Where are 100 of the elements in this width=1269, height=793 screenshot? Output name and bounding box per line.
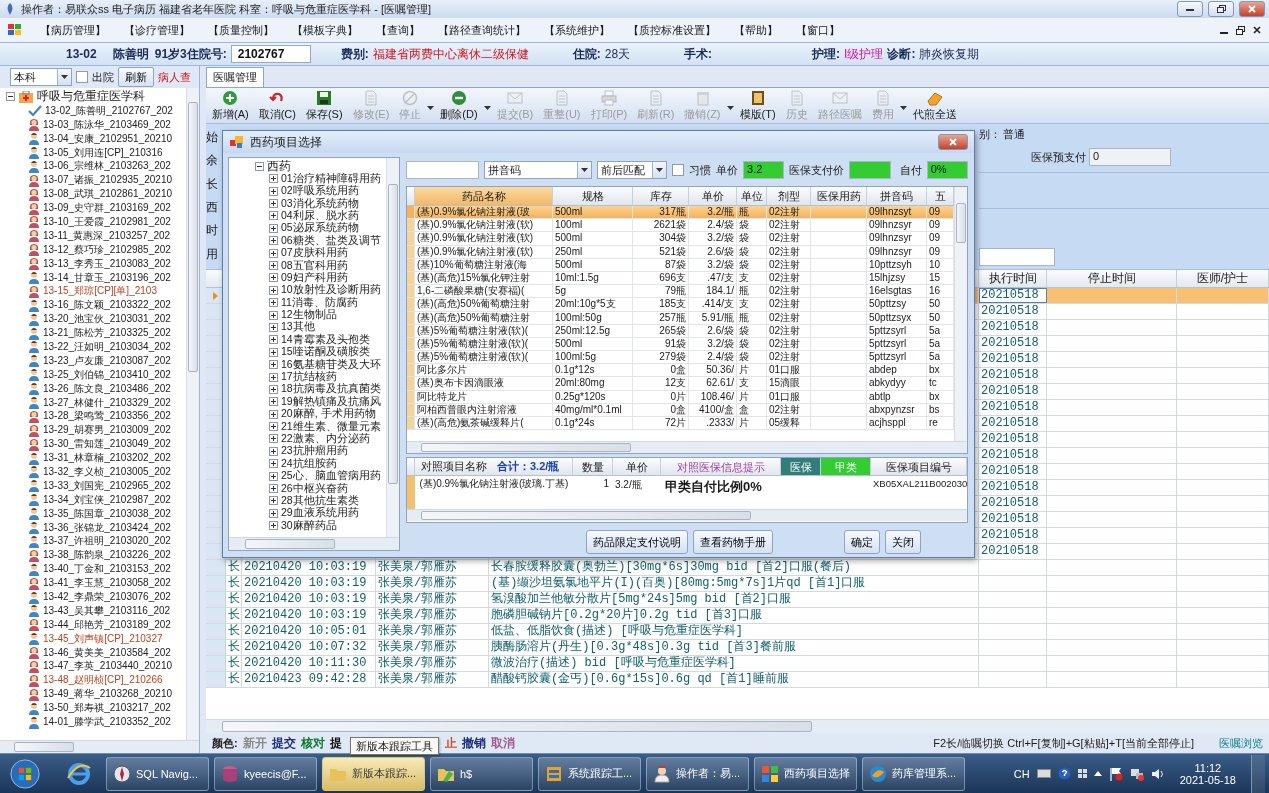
tree-item[interactable]: 19解热镇痛及抗痛风 <box>281 394 381 409</box>
table-row[interactable]: 长 20210420 10:07:32 张美泉/郭雁苏 胰酶肠溶片(丹生)[0.3g*48s]0.3g tid [首3]餐前服 <box>206 640 1269 656</box>
taskbar-item[interactable]: SQL Navig... <box>106 756 209 791</box>
caret-icon[interactable] <box>483 105 491 110</box>
tree-item[interactable]: 13-02_陈善明_2102767_202 <box>45 103 173 118</box>
tree-item[interactable]: 13-29_胡赛男_2103009_202 <box>43 423 171 438</box>
tree-item[interactable]: 13-14_甘章玉_2103196_202 <box>43 270 171 285</box>
code-type-dropdown[interactable]: 拼音码 <box>483 161 592 179</box>
tree-item[interactable]: 13-10_王爱霞_2102981_202 <box>43 214 171 229</box>
tree-item[interactable]: 29血液系统用药 <box>281 506 359 521</box>
tree-item[interactable]: 13-28_梁鸣莺_2103356_202 <box>43 409 171 424</box>
tree-item[interactable]: 13-35_陈国章_2103038_202 <box>43 506 171 521</box>
table-row[interactable]: (基)(高危)50%葡萄糖注射 20ml:10g*5支 185支 .414/支 支 02注射 50pttzsy 50 <box>407 298 954 312</box>
expand-icon[interactable] <box>269 360 278 370</box>
toolbar-button[interactable]: 模版(T) <box>735 88 780 123</box>
expand-icon[interactable] <box>269 273 278 283</box>
expand-icon[interactable] <box>269 298 278 308</box>
expand-icon[interactable] <box>269 471 278 481</box>
language-indicator[interactable]: CH <box>1013 767 1030 780</box>
taskbar-item[interactable]: 操作者：易... <box>646 756 749 791</box>
tree-item[interactable]: 13-46_黄美美_2103584_202 <box>43 645 171 660</box>
expand-icon[interactable] <box>269 521 278 531</box>
menu-item[interactable]: 【窗口】 <box>796 22 840 38</box>
table-row[interactable]: (基)(高危)氨茶碱缓释片( 0.1g*24s 72片 .2333/ 片 05缓释 acjhsppl re <box>407 417 954 431</box>
minimize-button[interactable] <box>1177 1 1203 17</box>
column-header[interactable]: 库存 <box>633 187 689 205</box>
tree-item[interactable]: 13-44_邱艳芳_2103189_202 <box>43 617 171 632</box>
tree-item[interactable]: 03消化系统药物 <box>281 196 359 211</box>
tree-item[interactable]: 25心、脑血管病用药 <box>281 469 381 484</box>
dialog-button[interactable]: 确定 <box>844 530 880 554</box>
menu-item[interactable]: 【模板字典】 <box>292 22 358 38</box>
caret-icon[interactable] <box>656 168 664 172</box>
tree-item[interactable]: 13-40_丁金和_2103153_202 <box>43 562 171 577</box>
tree-item[interactable]: 13-41_李玉慧_2103058_202 <box>43 576 171 591</box>
expand-icon[interactable] <box>269 211 278 221</box>
column-header[interactable]: 医师/护士 <box>1177 270 1269 287</box>
help-icon[interactable] <box>1057 767 1071 780</box>
show-desktop-button[interactable] <box>1251 754 1265 793</box>
tree-item[interactable]: 13-21_陈松芳_2103325_202 <box>43 326 171 341</box>
table-row[interactable]: 长 20210420 10:03:19 张美泉/郭雁苏 氢溴酸加兰他敏分散片[5mg*24s]5mg bid [首2]口服 <box>206 592 1269 608</box>
tree-item[interactable]: 06糖类、盐类及调节 <box>281 233 381 248</box>
expand-icon[interactable] <box>269 236 278 246</box>
expand-icon[interactable] <box>269 186 278 196</box>
table-row[interactable]: (基)0.9%氯化钠注射液(软) 100ml 2621袋 2.4/袋 袋 02注射 09lhnzsyr 09 <box>407 219 954 233</box>
menu-item[interactable]: 【诊疗管理】 <box>124 22 190 38</box>
menu-item[interactable]: 【病历管理】 <box>40 22 106 38</box>
expand-icon[interactable] <box>269 335 278 345</box>
table-row[interactable]: (基)奥布卡因滴眼液 20ml:80mg 12支 62.61/ 支 15滴眼 abkydyy tc <box>407 377 954 391</box>
taskbar-item[interactable]: 系统跟踪工... <box>538 756 641 791</box>
tree-item[interactable]: 05泌尿系统药物 <box>281 221 359 236</box>
tree-item[interactable]: 13-34_刘宝侠_2102987_202 <box>43 492 171 507</box>
tree-item[interactable]: 18抗病毒及抗真菌类 <box>281 382 381 397</box>
expand-icon[interactable] <box>269 459 278 469</box>
tree-item[interactable]: 13-48_赵明桢[CP]_210266 <box>43 673 163 688</box>
column-header[interactable]: 对照项目名称 <box>421 459 487 474</box>
tree-item[interactable]: 13-31_林章楠_2103202_202 <box>43 451 171 466</box>
tree-item[interactable]: 11消毒、防腐药 <box>281 295 358 310</box>
dialog-button[interactable]: 关闭 <box>885 530 921 554</box>
table-row[interactable]: (基)0.9%氯化钠注射液(玻 500ml 317瓶 3.2/瓶 瓶 02注射 09lhnzsyt 09 <box>407 206 954 220</box>
match-dropdown[interactable]: 前后匹配 <box>596 161 668 179</box>
close-button[interactable] <box>1239 1 1265 17</box>
expand-icon[interactable] <box>269 397 278 407</box>
expand-icon[interactable] <box>269 422 278 432</box>
tree-item[interactable]: 呼吸与危重症医学科 <box>37 88 145 106</box>
column-header[interactable]: 医保用药 <box>811 187 867 205</box>
insurance-price-field[interactable] <box>849 161 891 179</box>
tree-item[interactable]: 14青霉素及头孢类 <box>281 332 370 347</box>
expand-icon[interactable] <box>269 261 278 270</box>
taskbar-item[interactable]: 西药项目选择 <box>754 756 857 791</box>
tree-item[interactable]: 13-11_黄惠深_2103257_202 <box>43 228 171 243</box>
tree-item[interactable]: 16氨基糖苷类及大环 <box>281 357 381 372</box>
scrollbar[interactable] <box>954 187 967 441</box>
table-row[interactable]: 长 20210420 10:05:01 张美泉/郭雁苏 低盐、低脂饮食(描述) [呼吸与危重症医学科] <box>206 624 1269 640</box>
tree-item[interactable]: 13-49_蒋华_2103268_20210 <box>43 687 172 702</box>
expand-icon[interactable] <box>269 322 278 332</box>
expand-icon[interactable] <box>269 372 278 382</box>
scrollbar[interactable] <box>186 88 199 740</box>
expand-icon[interactable] <box>269 384 278 394</box>
tree-item[interactable]: 13-16_陈文颖_2103322_202 <box>43 298 171 313</box>
price-field[interactable]: 3.2 <box>743 161 785 179</box>
expand-icon[interactable] <box>269 199 278 209</box>
tree-item[interactable]: 13-08_武琪_2102861_20210 <box>43 187 172 202</box>
expand-icon[interactable] <box>269 434 278 444</box>
speaker-icon[interactable] <box>1150 767 1165 780</box>
scrollbar[interactable] <box>206 719 1269 733</box>
tab[interactable]: 医嘱管理 <box>206 67 264 87</box>
tree-item[interactable]: 13-20_池宝伙_2103031_202 <box>43 312 171 327</box>
expand-icon[interactable] <box>269 496 278 506</box>
tree-item[interactable]: 08五官科用药 <box>281 258 348 273</box>
tree-item[interactable]: 13-27_林健什_2103329_202 <box>43 395 171 410</box>
up-arrow-icon[interactable] <box>1093 771 1102 776</box>
tree-item[interactable]: 13-07_诸振_2102935_20210 <box>43 173 172 188</box>
caret-icon[interactable] <box>61 75 68 79</box>
menu-item[interactable]: 【质控标准设置】 <box>628 22 716 38</box>
tree-item[interactable]: 09妇产科用药 <box>281 270 348 285</box>
caret-icon[interactable] <box>580 168 588 172</box>
toolbar-button[interactable]: 新增(A) <box>208 88 253 123</box>
flag-icon[interactable] <box>1108 766 1123 781</box>
scrollbar[interactable] <box>407 509 967 521</box>
menu-item[interactable]: 【帮助】 <box>734 22 778 38</box>
